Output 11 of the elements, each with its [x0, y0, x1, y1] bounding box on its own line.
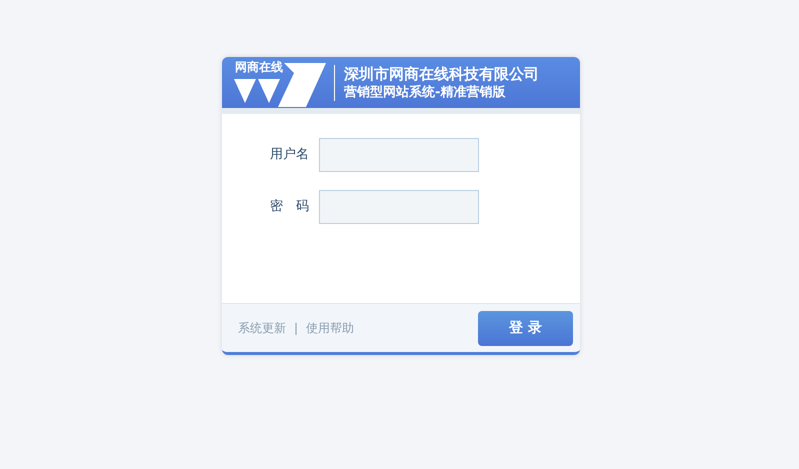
link-separator: | — [294, 320, 298, 337]
field-label: 用户名 — [269, 146, 309, 164]
footer-link[interactable]: 使用帮助 — [306, 319, 354, 337]
logo-text: 网商在线 — [235, 60, 283, 74]
login-button[interactable]: 登 录 — [478, 310, 573, 346]
input-field[interactable] — [319, 190, 479, 224]
company-name: 深圳市网商在线科技有限公司 — [344, 64, 539, 84]
system-subtitle: 营销型网站系统-精准营销版 — [344, 84, 506, 102]
footer-link[interactable]: 系统更新 — [238, 319, 286, 337]
input-field[interactable] — [319, 138, 479, 172]
field-label: 密 码 — [269, 198, 309, 216]
